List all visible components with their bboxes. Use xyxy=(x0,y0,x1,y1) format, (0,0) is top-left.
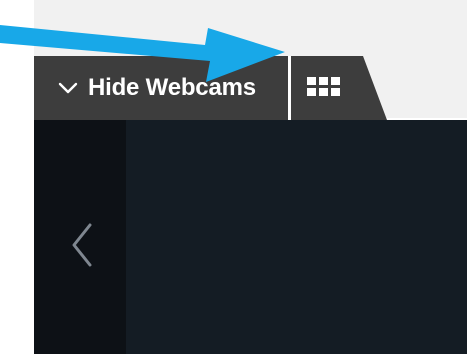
hide-webcams-tab[interactable]: Hide Webcams xyxy=(34,56,288,120)
chevron-left-icon[interactable] xyxy=(68,222,96,268)
grid-icon xyxy=(307,77,340,96)
grid-view-tab[interactable] xyxy=(291,56,387,120)
chevron-down-icon xyxy=(58,82,78,94)
screenshot-crop: Hide Webcams xyxy=(0,0,467,354)
hide-webcams-label: Hide Webcams xyxy=(88,74,256,101)
